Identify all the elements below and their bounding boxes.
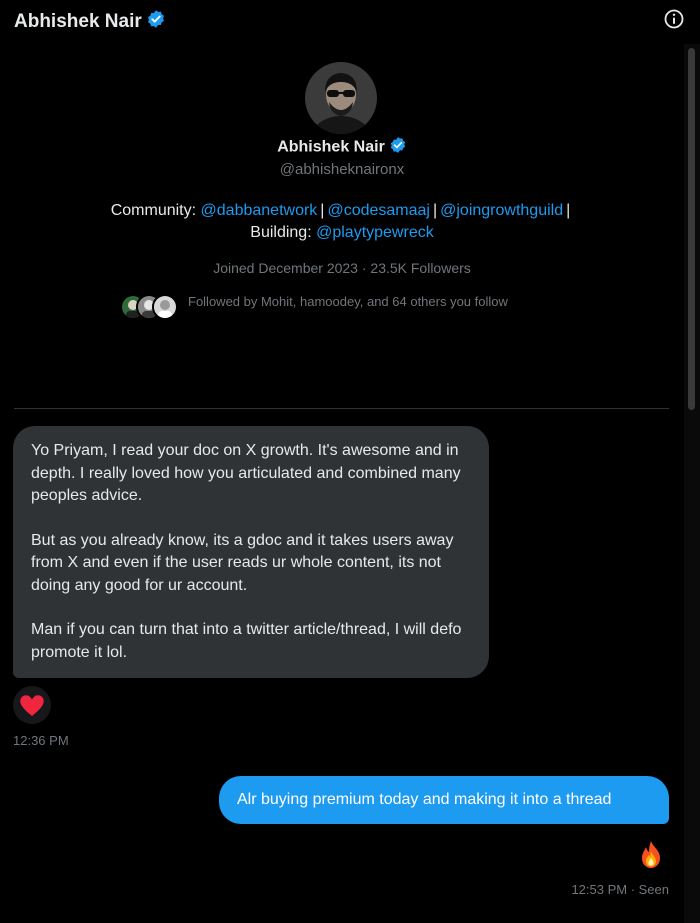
verified-badge-icon xyxy=(389,136,407,159)
header-title-row[interactable]: Abhishek Nair xyxy=(14,9,166,35)
scrollbar-thumb[interactable] xyxy=(688,48,695,410)
bio-link[interactable]: @joingrowthguild xyxy=(440,202,563,219)
bio-line-building: Building: @playtypewreck xyxy=(0,222,684,244)
divider xyxy=(14,408,669,409)
verified-badge-icon xyxy=(146,9,166,35)
bio-link[interactable]: @dabbanetwork xyxy=(201,202,318,219)
message-status: 12:53 PM · Seen xyxy=(571,882,669,897)
outgoing-message-bubble[interactable]: Alr buying premium today and making it i… xyxy=(219,776,669,824)
bio-building-label: Building: xyxy=(250,224,312,241)
incoming-message-bubble[interactable]: Yo Priyam, I read your doc on X growth. … xyxy=(13,426,489,678)
conversation-header: Abhishek Nair xyxy=(0,0,700,42)
followed-by-text: Followed by Mohit, hamoodey, and 64 othe… xyxy=(188,294,508,309)
profile-name-row[interactable]: Abhishek Nair xyxy=(0,136,684,159)
bio-link[interactable]: @playtypewreck xyxy=(316,224,434,241)
outgoing-message-text: Alr buying premium today and making it i… xyxy=(237,791,612,808)
bio-separator: | xyxy=(432,202,438,219)
fire-icon[interactable] xyxy=(634,838,668,872)
bio-separator: | xyxy=(320,202,325,219)
profile-handle[interactable]: @abhisheknaironx xyxy=(0,161,684,178)
joined-followers-info: Joined December 2023 · 23.5K Followers xyxy=(213,260,471,276)
bio-line-community: Community: @dabbanetwork | @codesamaaj | @jo… xyxy=(0,200,684,222)
bio-link[interactable]: @codesamaaj xyxy=(327,202,430,219)
profile-avatar[interactable] xyxy=(305,62,377,134)
message-timestamp: 12:36 PM xyxy=(13,733,69,748)
heart-icon[interactable] xyxy=(13,686,51,724)
message-paragraph: Yo Priyam, I read your doc on X growth. … xyxy=(31,442,461,504)
profile-bio: Community: @dabbanetwork | @codesamaaj | @jo… xyxy=(0,200,684,244)
header-name: Abhishek Nair xyxy=(14,11,142,33)
profile-name: Abhishek Nair xyxy=(277,138,385,156)
bio-community-label: Community: xyxy=(110,202,197,219)
bio-separator: | xyxy=(566,202,571,219)
follower-avatar xyxy=(152,294,178,320)
info-icon[interactable] xyxy=(663,8,685,30)
message-paragraph: Man if you can turn that into a twitter … xyxy=(31,621,462,661)
message-paragraph: But as you already know, its a gdoc and … xyxy=(31,531,454,594)
